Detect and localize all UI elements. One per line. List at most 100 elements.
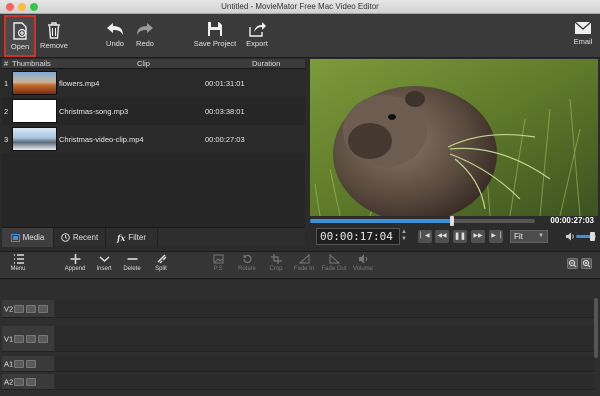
mute-icon[interactable] bbox=[14, 359, 24, 368]
header-duration[interactable]: Duration bbox=[222, 59, 302, 68]
delete-label: Delete bbox=[123, 266, 141, 272]
media-icon bbox=[10, 233, 20, 242]
scrub-progress bbox=[310, 219, 452, 223]
clip-duration: 00:03:38:01 bbox=[205, 106, 245, 116]
mute-icon[interactable] bbox=[14, 377, 24, 386]
menu-label: Menu bbox=[10, 266, 26, 272]
eye-icon[interactable] bbox=[26, 334, 36, 343]
zoom-select[interactable]: Fit ▼ bbox=[510, 230, 548, 243]
mute-icon[interactable] bbox=[14, 334, 24, 343]
fast-forward-button[interactable]: ▶▶ bbox=[471, 230, 485, 243]
crop-button[interactable]: Crop bbox=[265, 254, 287, 272]
track-area-a2[interactable] bbox=[55, 374, 595, 390]
track-icons bbox=[14, 377, 36, 386]
header-num[interactable]: # bbox=[2, 59, 12, 68]
tab-media[interactable]: Media bbox=[2, 228, 54, 247]
remove-button[interactable]: Remove bbox=[38, 14, 70, 58]
lock-icon[interactable] bbox=[26, 359, 36, 368]
scrub-track[interactable] bbox=[310, 216, 535, 226]
undo-arrow-icon bbox=[107, 23, 123, 35]
playback-scrubber[interactable]: 00:00:27:03 bbox=[310, 216, 598, 226]
pause-button[interactable]: ❚❚ bbox=[453, 230, 467, 243]
volume-handle[interactable] bbox=[590, 232, 595, 241]
track-header-v2[interactable]: V2 bbox=[2, 300, 54, 318]
append-button[interactable]: Append bbox=[62, 254, 88, 272]
chevron-down-icon: ▼ bbox=[538, 233, 544, 239]
track-area-v1[interactable] bbox=[55, 326, 595, 352]
clip-duration: 00:01:31:01 bbox=[205, 78, 245, 88]
crop-label: Crop bbox=[269, 266, 283, 272]
undo-button[interactable]: Undo bbox=[101, 14, 129, 58]
insert-button[interactable]: Insert bbox=[92, 254, 116, 272]
clip-row[interactable]: 2 Christmas-song.mp3 00:03:38:01 bbox=[2, 97, 305, 125]
remove-label: Remove bbox=[40, 41, 68, 50]
lock-icon[interactable] bbox=[38, 334, 48, 343]
track-area-v2[interactable] bbox=[55, 300, 595, 318]
email-button[interactable]: Email bbox=[568, 14, 598, 58]
lock-icon[interactable] bbox=[26, 377, 36, 386]
clip-thumbnail bbox=[12, 71, 57, 95]
split-button[interactable]: Split bbox=[150, 254, 172, 272]
track-header-a2[interactable]: A2 bbox=[2, 374, 54, 390]
fx-icon: fx bbox=[117, 232, 126, 243]
header-clip[interactable]: Clip bbox=[82, 59, 222, 68]
save-project-button[interactable]: Save Project bbox=[190, 14, 240, 58]
fade-out-label: Fade Out bbox=[321, 266, 347, 272]
open-button[interactable]: Open bbox=[4, 15, 36, 57]
scrub-handle[interactable] bbox=[449, 216, 454, 226]
track-name: V1 bbox=[4, 334, 14, 343]
tab-recent-label: Recent bbox=[72, 233, 99, 242]
header-thumbnails[interactable]: Thumbnails bbox=[12, 59, 82, 68]
minus-icon bbox=[127, 258, 137, 260]
track-header-v1[interactable]: V1 bbox=[2, 326, 54, 352]
title-bar: Untitled - MovieMator Free Mac Video Edi… bbox=[0, 0, 600, 14]
redo-button[interactable]: Redo bbox=[131, 14, 159, 58]
delete-button[interactable]: Delete bbox=[120, 254, 144, 272]
preview-frame-image bbox=[310, 59, 598, 216]
zoom-out-button[interactable] bbox=[567, 258, 578, 269]
timecode-field[interactable]: 00:00:17:04 bbox=[316, 228, 400, 245]
clip-name: Christmas-song.mp3 bbox=[59, 106, 129, 116]
speaker-icon[interactable] bbox=[565, 232, 575, 241]
volume-button[interactable]: Volume bbox=[350, 254, 376, 272]
clip-row[interactable]: 3 Christmas-video-clip.mp4 00:00:27:03 bbox=[2, 125, 305, 153]
clip-duration: 00:00:27:03 bbox=[205, 134, 245, 144]
redo-label: Redo bbox=[136, 39, 154, 48]
insert-label: Insert bbox=[96, 266, 112, 272]
clip-num: 1 bbox=[4, 78, 9, 88]
envelope-icon bbox=[574, 21, 592, 34]
zoom-in-button[interactable] bbox=[581, 258, 592, 269]
list-menu-icon bbox=[13, 254, 24, 264]
open-file-icon bbox=[13, 22, 27, 40]
pause-icon: ❚❚ bbox=[454, 233, 466, 240]
export-button[interactable]: Export bbox=[242, 14, 272, 58]
mute-icon[interactable] bbox=[14, 304, 24, 313]
redo-arrow-icon bbox=[137, 23, 153, 35]
skip-end-icon: ▶▕ bbox=[491, 233, 501, 239]
rotate-button[interactable]: Rotate bbox=[235, 254, 259, 272]
media-tabs: Media Recent fx Filter bbox=[2, 227, 305, 247]
export-share-icon bbox=[249, 22, 266, 37]
timeline-scrollbar[interactable] bbox=[594, 298, 598, 358]
lock-icon[interactable] bbox=[38, 304, 48, 313]
rewind-button[interactable]: ◀◀ bbox=[435, 230, 449, 243]
eye-icon[interactable] bbox=[26, 304, 36, 313]
track-icons bbox=[14, 304, 48, 313]
skip-to-start-button[interactable]: ▏◀ bbox=[418, 230, 432, 243]
fade-in-label: Fade In bbox=[293, 266, 315, 272]
clip-row[interactable]: 1 flowers.mp4 00:01:31:01 bbox=[2, 69, 305, 97]
save-disk-icon bbox=[208, 22, 222, 36]
track-area-a1[interactable] bbox=[55, 356, 595, 372]
fade-out-icon bbox=[329, 254, 340, 264]
skip-to-end-button[interactable]: ▶▕ bbox=[489, 230, 503, 243]
clip-name: flowers.mp4 bbox=[59, 78, 100, 88]
fade-in-button[interactable]: Fade In bbox=[292, 254, 316, 272]
video-preview[interactable] bbox=[310, 59, 598, 216]
timecode-stepper[interactable]: ▲ ▼ bbox=[401, 229, 407, 244]
ps-button[interactable]: P.S bbox=[208, 254, 228, 272]
track-header-a1[interactable]: A1 bbox=[2, 356, 54, 372]
tab-recent[interactable]: Recent bbox=[54, 228, 106, 247]
menu-button[interactable]: Menu bbox=[8, 254, 28, 272]
fade-out-button[interactable]: Fade Out bbox=[320, 254, 348, 272]
tab-filter[interactable]: fx Filter bbox=[106, 228, 158, 247]
